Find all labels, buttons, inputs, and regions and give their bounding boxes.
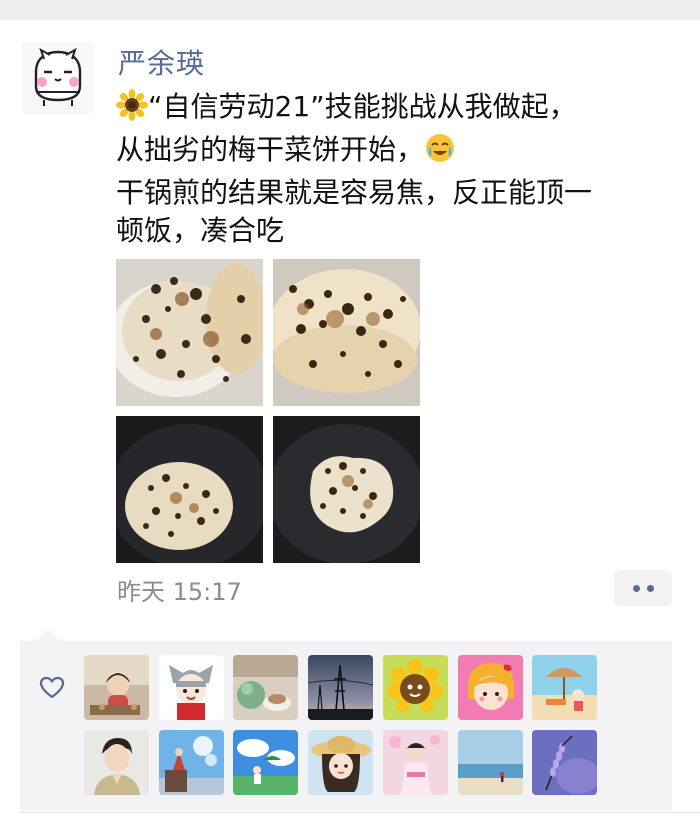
liker-avatar-kimono-girl-photo[interactable] <box>383 730 448 795</box>
liker-avatar-young-man-photo[interactable] <box>84 730 149 795</box>
liker-avatar-strawberry-girl-cartoon[interactable] <box>458 655 523 720</box>
dot-icon <box>632 584 640 592</box>
post-photo-2[interactable] <box>273 259 420 406</box>
bottom-divider <box>20 812 700 813</box>
post-photo-4[interactable] <box>273 416 420 563</box>
post-timestamp: 昨天 15:17 <box>117 578 242 606</box>
post-text-segment: 从拙劣的梅干菜饼开始， <box>116 133 425 166</box>
liker-avatar-seaside-photo[interactable] <box>458 730 523 795</box>
liker-avatar-cat-hat-cartoon[interactable] <box>159 655 224 720</box>
liker-avatar-sunset-towers-photo[interactable] <box>308 655 373 720</box>
liker-avatar-teacup-photo[interactable] <box>233 655 298 720</box>
author-name[interactable]: 严余瑛 <box>118 42 205 82</box>
dot-icon <box>646 584 654 592</box>
sob-laugh-emoji <box>424 132 456 174</box>
liker-avatar-anime-sky-girl[interactable] <box>233 730 298 795</box>
liker-avatar-kids-bubbles-photo[interactable] <box>159 730 224 795</box>
post-text-line-4: 顿饭，凑合吃 <box>116 214 285 247</box>
heart-outline-icon <box>38 674 66 702</box>
liker-avatar-child-photo[interactable] <box>84 655 149 720</box>
author-avatar[interactable] <box>22 42 94 114</box>
likes-pointer <box>36 629 60 641</box>
post-photo-1[interactable] <box>116 259 263 406</box>
liker-avatar-lavender-photo[interactable] <box>532 730 597 795</box>
post-text-segment: “自信劳动21”技能挑战从我做起， <box>148 90 577 123</box>
post-content: “自信劳动21”技能挑战从我做起， 从拙劣的梅干菜饼开始， 干锅煎的结果就是容易… <box>116 88 676 250</box>
liker-avatar-beach-umbrella-cartoon[interactable] <box>532 655 597 720</box>
post-photo-3[interactable] <box>116 416 263 563</box>
liker-avatar-sunflower-cartoon[interactable] <box>383 655 448 720</box>
sunflower-emoji <box>116 89 148 131</box>
post-text-line-2: 从拙劣的梅干菜饼开始， <box>116 131 676 174</box>
more-actions-button[interactable] <box>614 570 672 606</box>
post-text-line-3: 干锅煎的结果就是容易焦，反正能顶一 <box>116 176 593 209</box>
top-divider-strip <box>0 0 700 20</box>
liker-avatar-straw-hat-girl-cartoon[interactable] <box>308 730 373 795</box>
post-text-line-1: “自信劳动21”技能挑战从我做起， <box>116 88 676 131</box>
